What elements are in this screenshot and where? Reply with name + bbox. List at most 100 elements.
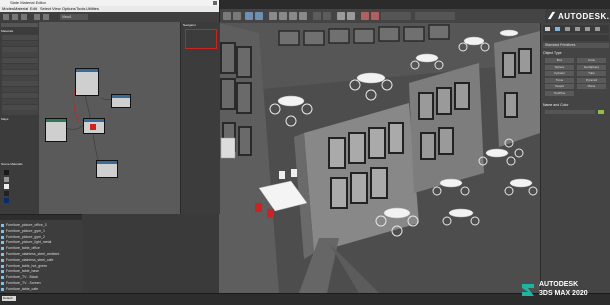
parameter-editor [180, 50, 220, 214]
object-type-button[interactable]: Tube [577, 71, 606, 76]
render-icon[interactable] [371, 12, 379, 20]
object-type-button[interactable]: Teapot [545, 84, 574, 89]
create-tab-icon[interactable] [545, 27, 550, 31]
list-item-label: Furniture_picture_gym_1 [6, 228, 45, 233]
list-item[interactable]: Furniture_table_base [0, 269, 82, 274]
object-type-rollout[interactable]: Object Type [543, 51, 609, 56]
list-item[interactable]: Furniture_picture_office_3 [0, 223, 82, 228]
browser-item[interactable] [2, 75, 38, 81]
object-type-buttons: Box Cone Sphere GeoSphere Cylinder Tube Torus P… [545, 58, 607, 96]
layout-icon[interactable] [43, 14, 49, 20]
material-thumb[interactable] [4, 184, 9, 189]
browser-item[interactable] [2, 46, 38, 52]
list-item[interactable]: Furniture_table_office [0, 246, 82, 251]
angle-snap-icon[interactable] [323, 12, 331, 20]
browser-group-materials[interactable]: Materials [1, 29, 38, 33]
browser-item[interactable] [2, 104, 38, 110]
list-item[interactable]: Furniture_TV - Black [0, 275, 82, 280]
browser-item[interactable] [2, 52, 38, 58]
show-map-icon[interactable] [34, 14, 40, 20]
browser-item[interactable] [2, 58, 38, 64]
browser-search-input[interactable] [1, 23, 38, 27]
navigator-panel[interactable]: Navigator [180, 22, 220, 50]
material-thumb[interactable] [4, 177, 9, 182]
object-type-button[interactable]: Torus [545, 77, 574, 83]
list-item-label: Furniture_picture_light_metal [6, 240, 52, 245]
perspective-viewport[interactable] [219, 23, 540, 293]
material-node[interactable] [45, 118, 67, 142]
material-thumb[interactable] [4, 170, 9, 175]
list-item[interactable]: Furniture_table_hot_green [0, 264, 82, 269]
product-watermark: AUTODESK 3DS MAX 2020 [520, 278, 608, 302]
delete-icon[interactable] [21, 14, 27, 20]
rotate-icon[interactable] [289, 12, 297, 20]
modify-tab-icon[interactable] [555, 27, 560, 31]
render-setup-icon[interactable] [361, 12, 369, 20]
object-type-button[interactable]: TextPlus [545, 90, 574, 96]
object-type-button[interactable]: Cone [577, 58, 606, 63]
primitive-type-dropdown[interactable]: Standard Primitives [543, 43, 609, 48]
workspace-dropdown[interactable] [415, 12, 455, 20]
list-item[interactable]: Furniture_stainless_steel_ambient [0, 252, 82, 257]
browser-item[interactable] [2, 110, 38, 116]
browser-item[interactable] [2, 87, 38, 93]
material-thumb[interactable] [4, 198, 9, 203]
material-browser: Materials Maps Scene Materials [0, 22, 40, 214]
redo-icon[interactable] [233, 12, 241, 20]
material-node[interactable] [75, 68, 99, 96]
utilities-tab-icon[interactable] [595, 27, 600, 31]
scale-icon[interactable] [299, 12, 307, 20]
object-type-button[interactable]: Sphere [545, 64, 574, 70]
object-type-button[interactable]: Box [545, 58, 574, 63]
mirror-icon[interactable] [337, 12, 345, 20]
align-icon[interactable] [347, 12, 355, 20]
browser-item[interactable] [2, 35, 38, 40]
map-node[interactable] [83, 118, 105, 134]
node-editor-view[interactable] [39, 22, 180, 214]
browser-item[interactable] [2, 81, 38, 87]
snap-icon[interactable] [313, 12, 321, 20]
motion-tab-icon[interactable] [575, 27, 580, 31]
map-node[interactable] [96, 160, 118, 178]
undo-icon[interactable] [223, 12, 231, 20]
list-item-label: Furniture_TV - Black [6, 275, 39, 280]
command-panel-tabs[interactable] [543, 25, 609, 33]
list-item[interactable]: Furniture_picture_light_metal [0, 240, 82, 245]
object-color-swatch[interactable] [598, 110, 604, 114]
close-icon[interactable] [213, 1, 217, 5]
browser-group-maps[interactable]: Maps [1, 117, 38, 121]
navigator-frame[interactable] [185, 29, 217, 49]
object-name-field[interactable] [545, 110, 595, 114]
list-item[interactable]: Furniture_TV - Screen [0, 281, 82, 286]
browser-item[interactable] [2, 98, 38, 104]
browser-item[interactable] [2, 40, 38, 46]
map-node[interactable] [111, 94, 131, 108]
name-color-rollout[interactable]: Name and Color [543, 103, 609, 108]
link-icon[interactable] [245, 12, 253, 20]
select-icon[interactable] [269, 12, 277, 20]
browser-item[interactable] [2, 64, 38, 69]
list-item[interactable]: Furniture_table_cafe [0, 287, 82, 292]
list-item[interactable]: Furniture_stainless_steel_cafe [0, 258, 82, 263]
object-type-button[interactable]: Pyramid [577, 77, 606, 83]
geometry-type-icons[interactable] [543, 35, 609, 41]
selection-set-field[interactable]: Default [2, 296, 16, 301]
browser-item[interactable] [2, 69, 38, 75]
object-type-button[interactable]: Cylinder [545, 71, 574, 76]
assign-material-icon[interactable] [12, 14, 18, 20]
list-item[interactable]: Furniture_picture_gym_2 [0, 235, 82, 240]
material-icon [1, 282, 4, 285]
material-thumb[interactable] [4, 191, 9, 196]
object-type-button[interactable]: Plane [577, 84, 606, 89]
browser-item[interactable] [2, 93, 38, 98]
view-tab[interactable]: View1 [60, 14, 88, 20]
move-icon[interactable] [279, 12, 287, 20]
unlink-icon[interactable] [255, 12, 263, 20]
display-tab-icon[interactable] [585, 27, 590, 31]
hierarchy-tab-icon[interactable] [565, 27, 570, 31]
pick-material-icon[interactable] [3, 14, 9, 20]
object-type-button[interactable]: GeoSphere [577, 64, 606, 70]
browser-group-scene-materials[interactable]: Scene Materials [1, 162, 38, 166]
named-selection-field[interactable] [381, 12, 411, 20]
list-item[interactable]: Furniture_picture_gym_1 [0, 229, 82, 234]
